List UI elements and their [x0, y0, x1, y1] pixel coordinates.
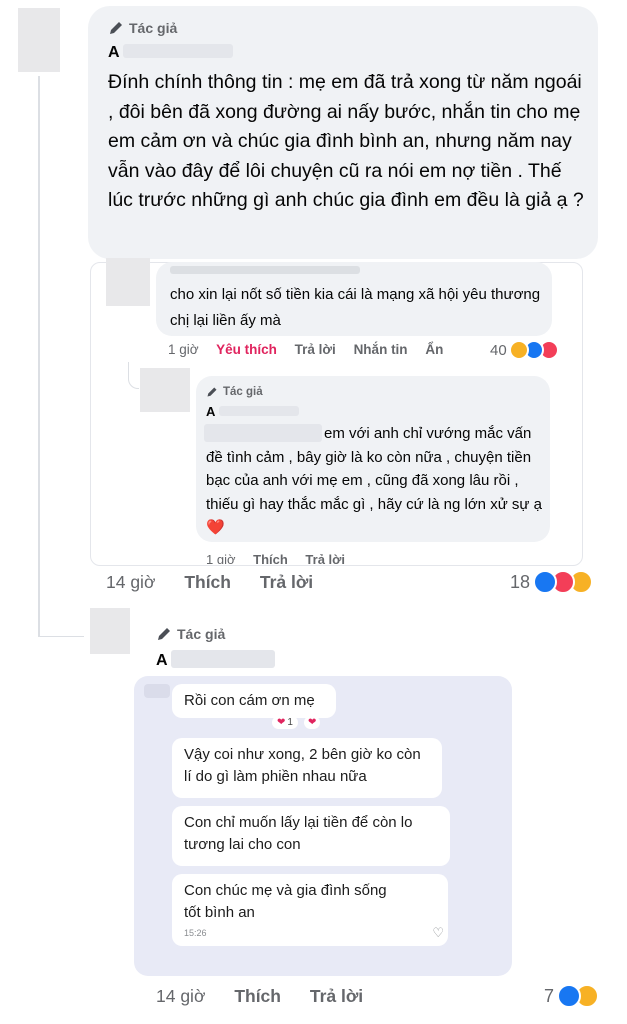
author-badge: Tác giả — [206, 386, 263, 398]
chat-message: Rồi con cám ơn mẹ — [172, 684, 336, 718]
message-reactions: ❤ 1 ❤ — [272, 716, 321, 729]
thread-connector — [38, 612, 84, 637]
reply-bubble: cho xin lại nốt số tiền kia cái là mạng … — [156, 262, 552, 336]
reply-actions: 1 giờ Thích Trả lời — [206, 552, 359, 564]
reply-button[interactable]: Trả lời — [310, 986, 363, 1006]
chat-message: Con chỉ muốn lấy lại tiền để còn lo tươn… — [172, 806, 450, 866]
author-name[interactable]: A — [156, 650, 276, 670]
badge-label: Tác giả — [177, 626, 226, 642]
author-badge: Tác giả — [156, 626, 225, 642]
chat-message-text: Con chúc mẹ và gia đình sống tốt bình an — [184, 882, 387, 921]
reaction-summary[interactable]: 18 — [510, 570, 594, 594]
time-label: 14 giờ — [156, 986, 206, 1006]
comment-actions: 14 giờ Thích Trả lời — [156, 986, 377, 1007]
comment-text: Đính chính thông tin : mẹ em đã trả xong… — [108, 71, 584, 211]
author-name-redacted[interactable] — [170, 266, 360, 274]
avatar[interactable] — [90, 608, 130, 654]
avatar[interactable] — [18, 8, 60, 72]
time-label: 1 giờ — [206, 552, 236, 564]
author-name[interactable]: A — [108, 44, 234, 62]
avatar[interactable] — [106, 258, 150, 306]
reply-button[interactable]: Trả lời — [305, 552, 345, 564]
attached-chat-screenshot[interactable]: Rồi con cám ơn mẹ ❤ 1 ❤ Vậy coi như xong… — [134, 676, 512, 976]
heart-icon: ❤ — [277, 717, 286, 728]
thread-connector — [128, 362, 139, 389]
reply-text: em với anh chỉ vướng mắc vấn đề tình cảm… — [206, 425, 542, 536]
author-name[interactable]: A — [206, 404, 299, 419]
chat-message: Vậy coi như xong, 2 bên giờ ko còn lí do… — [172, 738, 442, 798]
name-redaction — [218, 406, 299, 416]
like-icon — [557, 984, 582, 1008]
heart-outline-icon: ♡ — [432, 925, 444, 940]
reaction-chip: ❤ 1 — [272, 716, 298, 729]
reaction-summary[interactable]: 7 — [544, 984, 600, 1008]
reaction-summary[interactable]: 40 — [490, 340, 559, 360]
pencil-icon — [110, 22, 122, 34]
thread-line — [38, 76, 40, 636]
name-redaction — [171, 650, 276, 668]
name-redaction — [123, 44, 234, 58]
avatar[interactable] — [140, 368, 190, 412]
like-icon — [533, 570, 558, 594]
reaction-count: 7 — [544, 985, 555, 1006]
message-button[interactable]: Nhắn tin — [354, 342, 408, 357]
like-button[interactable]: Thích — [253, 552, 288, 564]
pencil-icon — [207, 387, 217, 397]
reply-bubble: Tác giả A em với anh chỉ vướng mắc vấn đ… — [196, 376, 550, 542]
like-button[interactable]: Yêu thích — [216, 342, 277, 357]
time-label: 1 giờ — [168, 342, 199, 357]
badge-label: Tác giả — [223, 386, 263, 398]
pencil-icon — [158, 628, 170, 640]
reaction-count: 18 — [510, 571, 531, 592]
like-button[interactable]: Thích — [184, 572, 231, 592]
badge-label: Tác giả — [129, 20, 178, 36]
reply-button[interactable]: Trả lời — [295, 342, 336, 357]
time-label: 14 giờ — [106, 572, 156, 592]
message-time: 15:26 — [184, 928, 207, 938]
like-button[interactable]: Thích — [234, 986, 281, 1006]
author-badge: Tác giả — [108, 20, 177, 36]
reaction-count: 40 — [490, 341, 507, 359]
reply-button[interactable]: Trả lời — [260, 572, 313, 592]
chat-message: Con chúc mẹ và gia đình sống tốt bình an… — [172, 874, 448, 946]
reply-text: cho xin lại nốt số tiền kia cái là mạng … — [170, 286, 541, 329]
hide-button[interactable]: Ẩn — [425, 342, 443, 357]
comment-bubble: Tác giả A Đính chính thông tin : mẹ em đ… — [88, 6, 598, 259]
haha-icon — [508, 340, 529, 360]
heart-icon: ❤ — [303, 716, 321, 729]
reply-actions: 1 giờ Yêu thích Trả lời Nhắn tin Ẩn — [168, 342, 457, 357]
comment-actions: 14 giờ Thích Trả lời — [106, 572, 327, 593]
sender-avatar — [144, 684, 170, 698]
